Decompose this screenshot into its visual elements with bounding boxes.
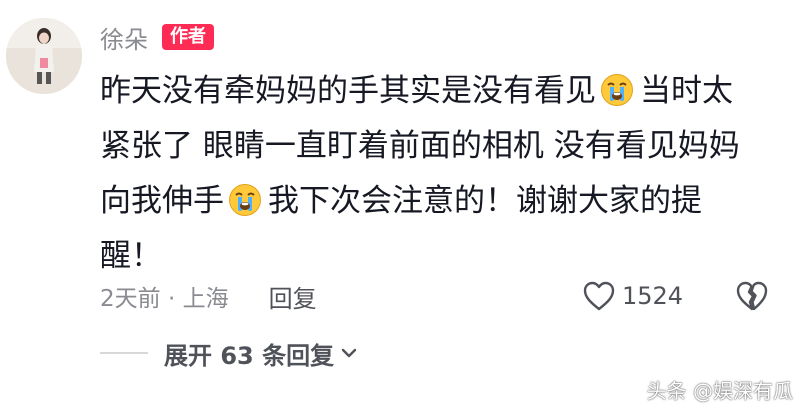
divider bbox=[100, 352, 148, 354]
comment-segment: 我下次会注意的！谢谢大家的提 bbox=[268, 183, 702, 219]
heart-icon[interactable] bbox=[582, 280, 616, 312]
comment-text: 昨天没有牵妈妈的手其实是没有看见 当时太 紧张了 眼睛一直盯着前面的相机 没有看见… bbox=[100, 64, 780, 284]
comment-header: 徐朵 作者 bbox=[100, 20, 214, 54]
comment-segment: 紧张了 眼睛一直盯着前面的相机 没有看见妈妈 bbox=[100, 128, 740, 164]
avatar[interactable] bbox=[6, 18, 82, 94]
watermark: 头条 @娱深有瓜 bbox=[646, 379, 793, 403]
crying-face-icon bbox=[600, 73, 634, 107]
chevron-down-icon bbox=[340, 344, 358, 362]
avatar-photo bbox=[6, 18, 82, 94]
comment-segment: 当时太 bbox=[640, 73, 733, 109]
time-location: 2天前 · 上海 bbox=[100, 286, 229, 312]
comment-segment: 向我伸手 bbox=[100, 183, 224, 219]
author-badge: 作者 bbox=[162, 24, 214, 50]
reply-button[interactable]: 回复 bbox=[269, 279, 317, 314]
comment-segment: 醒！ bbox=[100, 238, 162, 274]
expand-replies-label: 展开 63 条回复 bbox=[164, 341, 335, 370]
like-button[interactable]: 1524 bbox=[582, 278, 683, 314]
broken-heart-icon[interactable] bbox=[734, 279, 770, 313]
expand-replies-button[interactable]: 展开 63 条回复 bbox=[100, 335, 358, 371]
comment-segment: 昨天没有牵妈妈的手其实是没有看见 bbox=[100, 73, 596, 109]
crying-face-icon bbox=[228, 183, 262, 217]
comment-meta: 2天前 · 上海 回复 1524 bbox=[100, 278, 780, 314]
username[interactable]: 徐朵 bbox=[100, 20, 148, 55]
like-count: 1524 bbox=[622, 282, 684, 310]
